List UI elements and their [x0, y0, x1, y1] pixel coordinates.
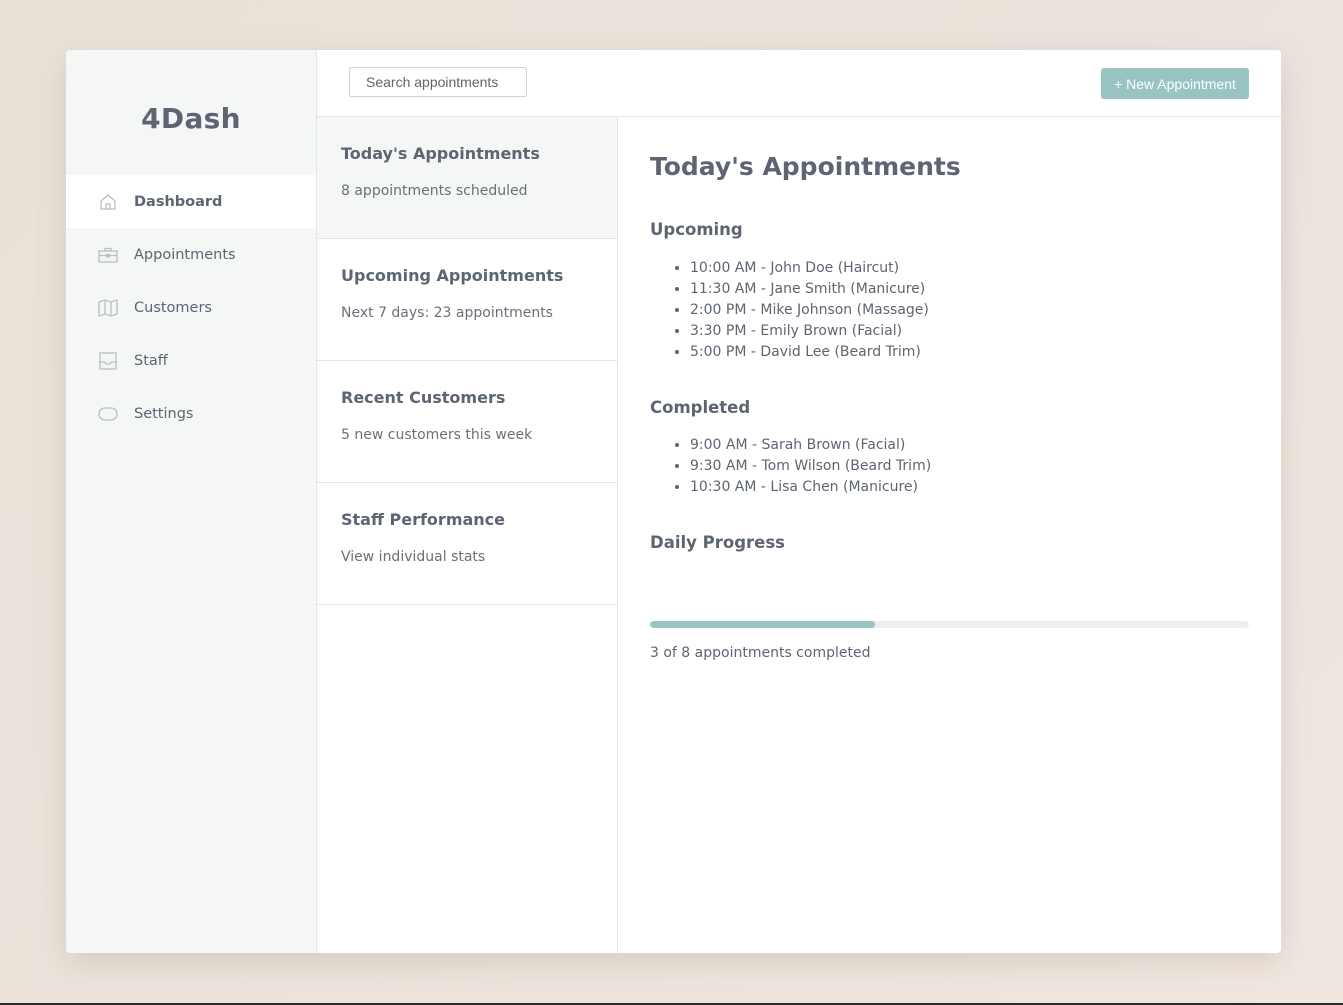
list-item: 9:00 AM - Sarah Brown (Facial)	[690, 435, 931, 456]
top-bar: + New Appointment	[317, 50, 1281, 117]
list-item: 9:30 AM - Tom Wilson (Beard Trim)	[690, 456, 931, 477]
sidebar-item-customers[interactable]: Customers	[66, 281, 316, 334]
app-logo: 4Dash	[141, 102, 241, 135]
completed-heading: Completed	[650, 398, 751, 417]
list-item: 10:30 AM - Lisa Chen (Manicure)	[690, 477, 931, 498]
sidebar-item-staff[interactable]: Staff	[66, 334, 316, 387]
daily-progress-heading: Daily Progress	[650, 533, 785, 552]
detail-panel: Today's Appointments Upcoming 10:00 AM -…	[650, 117, 1250, 953]
list-item: 10:00 AM - John Doe (Haircut)	[690, 258, 929, 279]
briefcase-icon	[98, 245, 118, 265]
card-title: Upcoming Appointments	[341, 266, 564, 285]
search-input[interactable]	[349, 67, 527, 97]
card-staff-performance[interactable]: Staff Performance View individual stats	[317, 483, 617, 605]
summary-cards: Today's Appointments 8 appointments sche…	[317, 117, 618, 953]
sidebar: 4Dash Dashboard Appointments Customers S…	[66, 50, 317, 953]
sidebar-item-settings[interactable]: Settings	[66, 387, 316, 440]
progress-text: 3 of 8 appointments completed	[650, 645, 871, 661]
completed-list: 9:00 AM - Sarah Brown (Facial) 9:30 AM -…	[672, 435, 931, 498]
page-title: Today's Appointments	[650, 152, 961, 181]
sidebar-item-label: Dashboard	[134, 193, 223, 210]
card-description: View individual stats	[341, 549, 486, 565]
sidebar-item-label: Staff	[134, 352, 168, 369]
inbox-icon	[98, 351, 118, 371]
card-recent-customers[interactable]: Recent Customers 5 new customers this we…	[317, 361, 617, 483]
card-todays-appointments[interactable]: Today's Appointments 8 appointments sche…	[317, 117, 617, 239]
card-description: Next 7 days: 23 appointments	[341, 305, 553, 321]
card-title: Today's Appointments	[341, 144, 540, 163]
card-description: 8 appointments scheduled	[341, 183, 528, 199]
upcoming-list: 10:00 AM - John Doe (Haircut) 11:30 AM -…	[672, 258, 929, 363]
card-title: Staff Performance	[341, 510, 506, 529]
sidebar-item-label: Appointments	[134, 246, 236, 263]
upcoming-heading: Upcoming	[650, 220, 743, 239]
card-title: Recent Customers	[341, 388, 506, 407]
progress-bar	[650, 621, 1249, 628]
sidebar-item-label: Settings	[134, 405, 194, 422]
home-icon	[98, 192, 118, 212]
map-icon	[98, 298, 118, 318]
app-window: 4Dash Dashboard Appointments Customers S…	[66, 50, 1281, 953]
sidebar-nav: Dashboard Appointments Customers Staff S…	[66, 175, 316, 440]
sidebar-item-label: Customers	[134, 299, 212, 316]
list-item: 5:00 PM - David Lee (Beard Trim)	[690, 342, 929, 363]
new-appointment-button[interactable]: + New Appointment	[1101, 68, 1249, 99]
progress-bar-fill	[650, 621, 875, 628]
card-upcoming-appointments[interactable]: Upcoming Appointments Next 7 days: 23 ap…	[317, 239, 617, 361]
list-item: 2:00 PM - Mike Johnson (Massage)	[690, 300, 929, 321]
card-description: 5 new customers this week	[341, 427, 533, 443]
list-item: 11:30 AM - Jane Smith (Manicure)	[690, 279, 929, 300]
sidebar-item-appointments[interactable]: Appointments	[66, 228, 316, 281]
toggle-icon	[98, 404, 118, 424]
list-item: 3:30 PM - Emily Brown (Facial)	[690, 321, 929, 342]
sidebar-item-dashboard[interactable]: Dashboard	[66, 175, 316, 228]
